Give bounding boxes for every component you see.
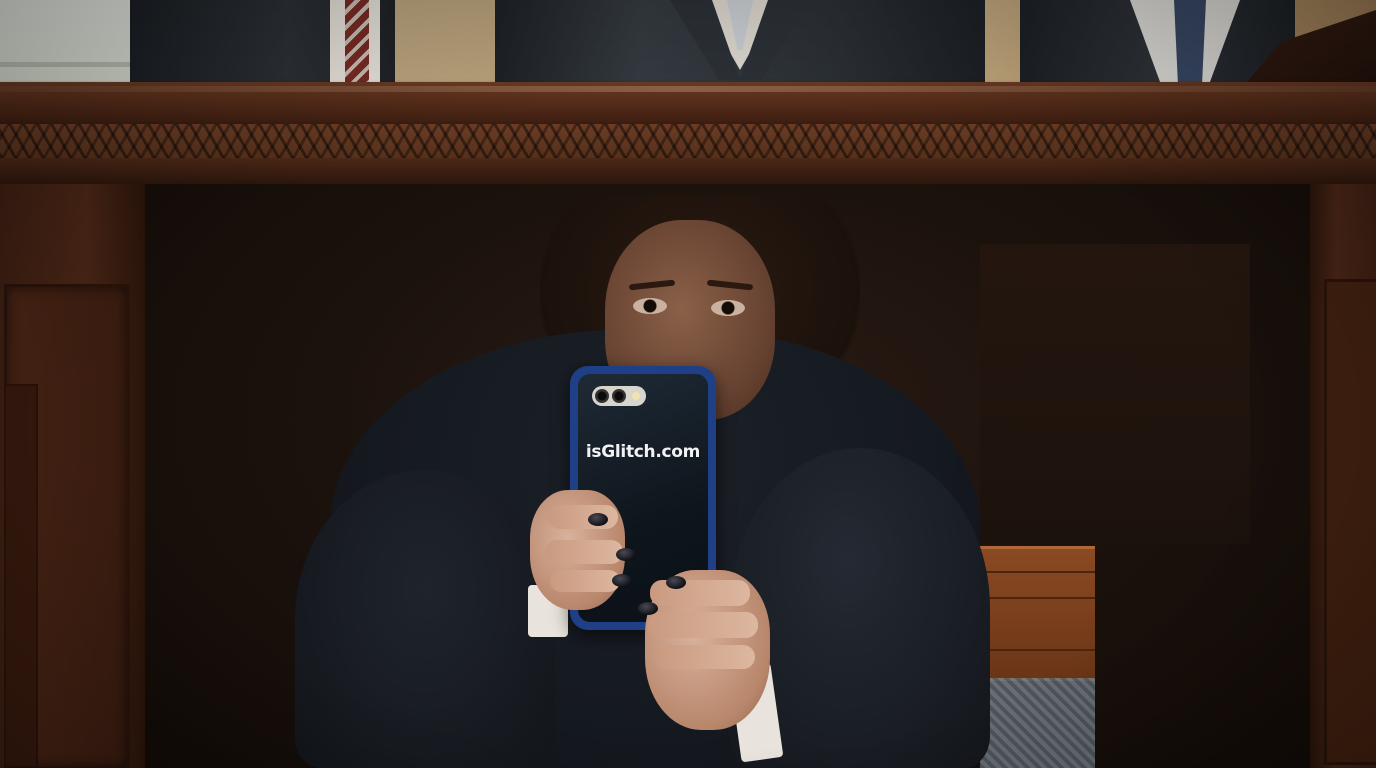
desk-side-panel-right [1310, 184, 1376, 768]
desk-side-panel-left [0, 184, 145, 768]
phone-camera-icon [592, 386, 646, 406]
phone-case-text: isGlitch.com [585, 442, 701, 462]
desk-top [0, 82, 1376, 122]
fingernail [638, 602, 658, 615]
fingernail [616, 548, 636, 561]
carved-desk-molding [0, 122, 1376, 160]
right-eye [711, 300, 745, 316]
desk-apron [0, 158, 1376, 184]
fingernail [666, 576, 686, 589]
courtroom-scene: isGlitch.com [0, 0, 1376, 768]
fingernail [588, 513, 608, 526]
left-knee [295, 470, 555, 768]
fingernail [612, 574, 632, 587]
left-eye [633, 298, 667, 314]
